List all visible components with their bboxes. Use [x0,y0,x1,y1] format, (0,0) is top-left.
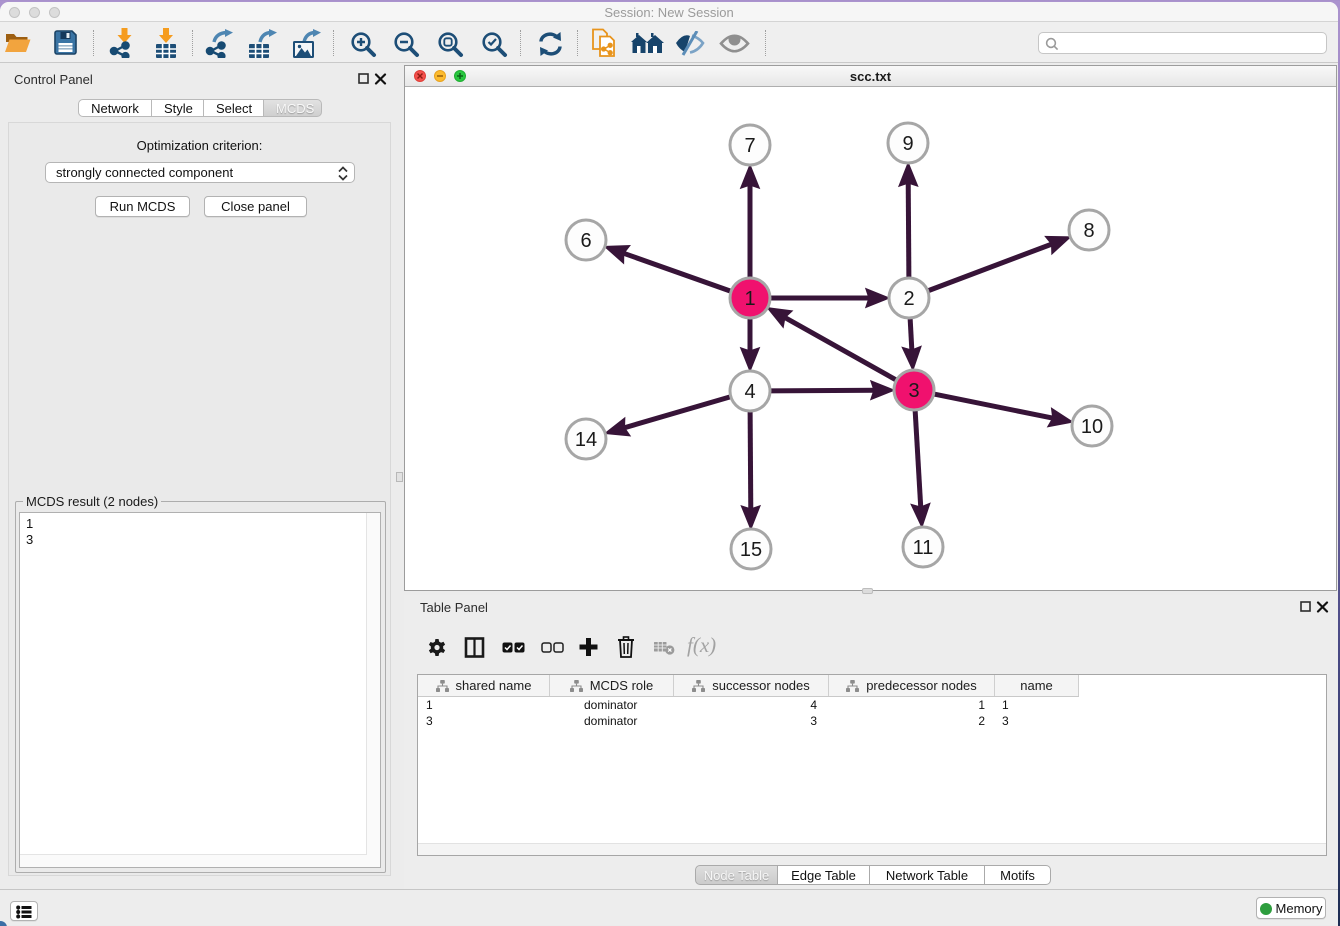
svg-text:7: 7 [744,135,755,157]
svg-text:2: 2 [903,288,914,310]
svg-text:3: 3 [908,380,919,402]
svg-text:9: 9 [902,133,913,155]
svg-text:6: 6 [580,230,591,252]
svg-text:8: 8 [1083,220,1094,242]
svg-text:15: 15 [740,539,762,561]
svg-text:11: 11 [913,537,934,559]
svg-text:1: 1 [744,288,755,310]
svg-text:10: 10 [1081,416,1103,438]
svg-text:4: 4 [744,381,755,403]
svg-text:14: 14 [575,429,597,451]
